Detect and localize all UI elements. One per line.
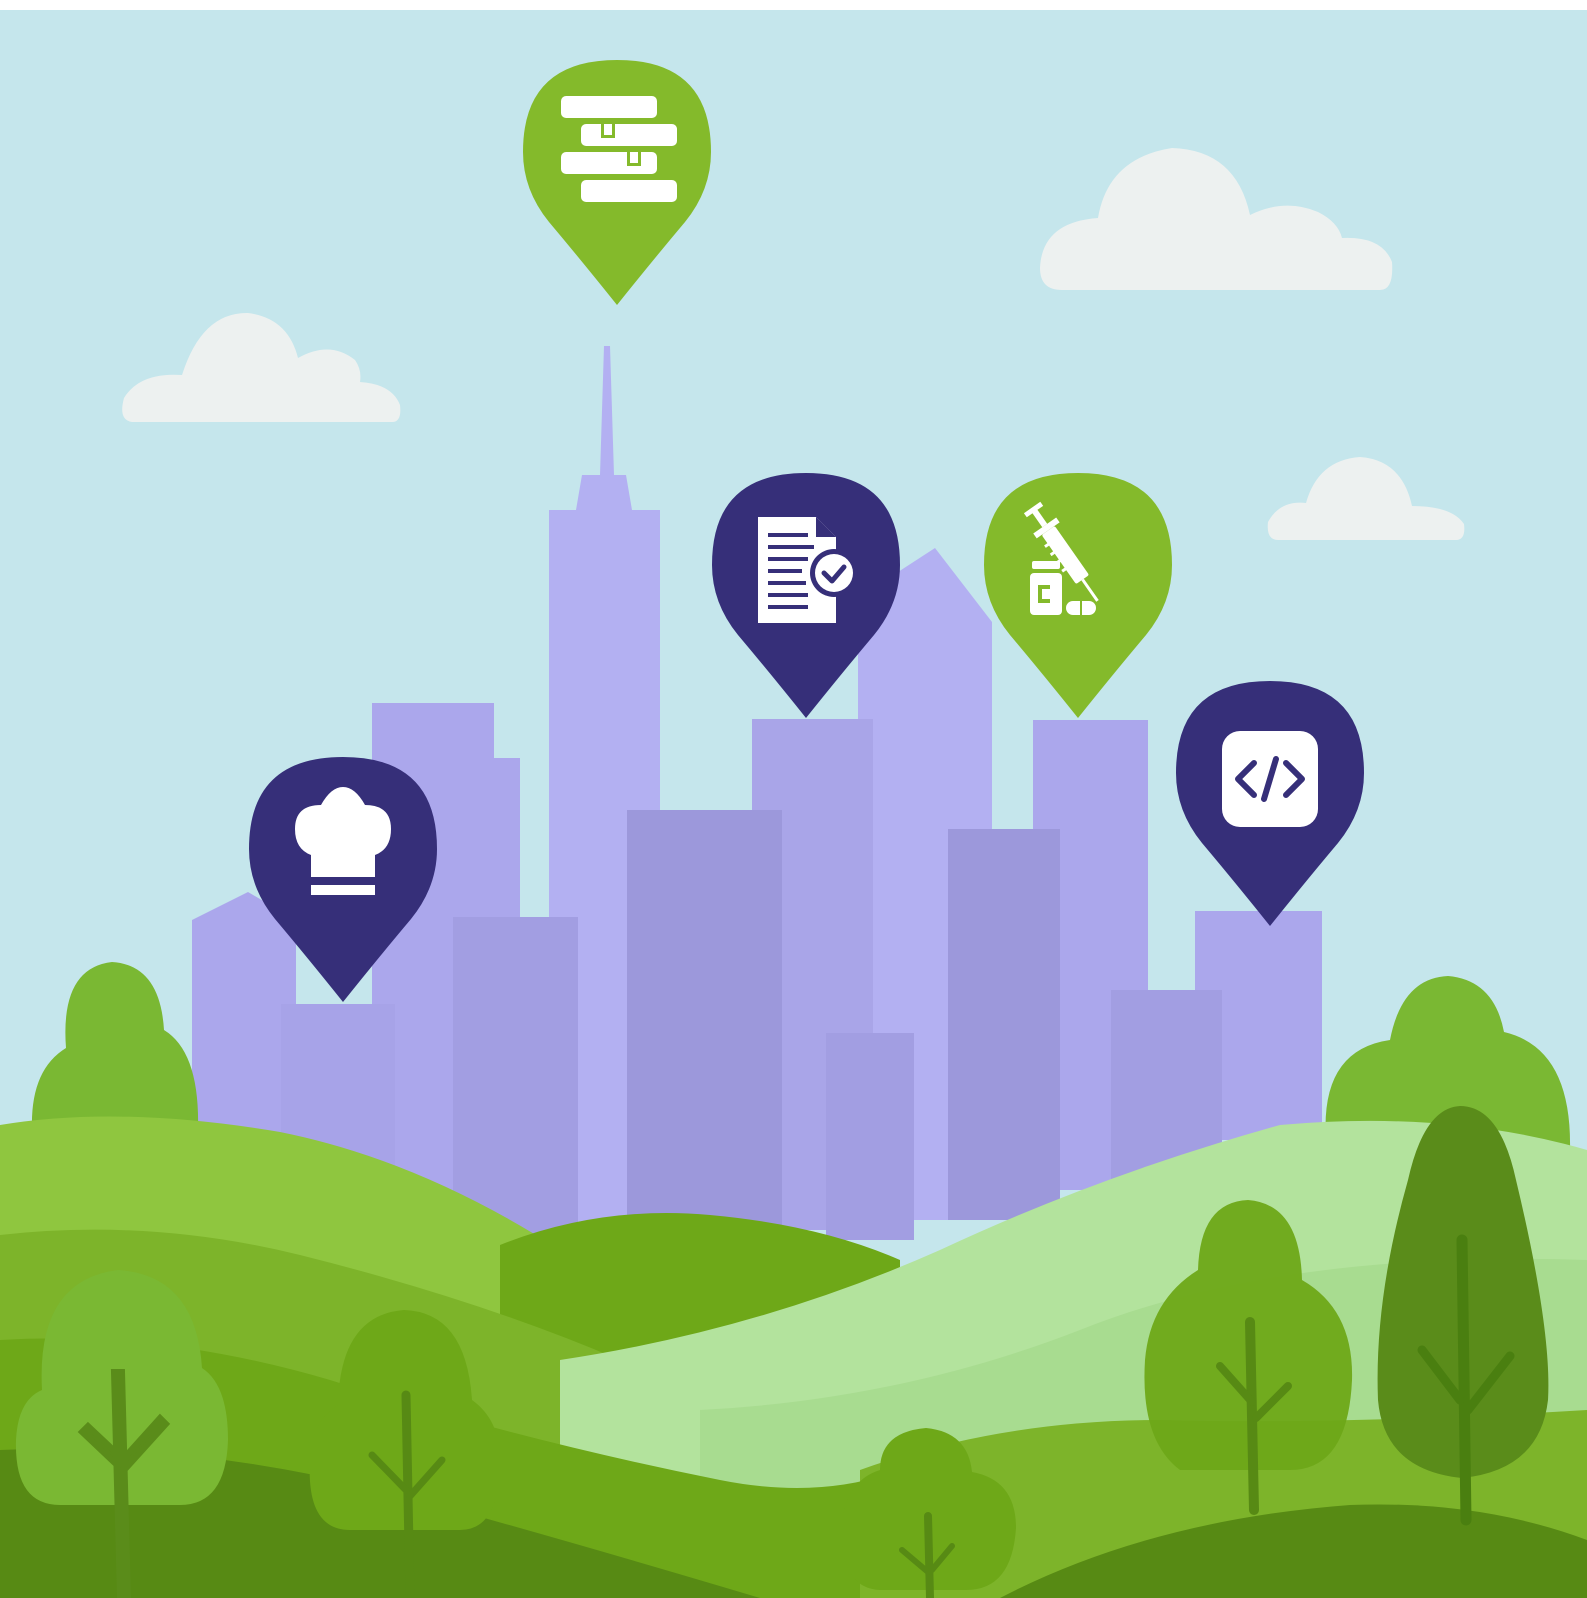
building xyxy=(192,892,296,1140)
building xyxy=(453,917,578,1240)
building xyxy=(948,829,1060,1220)
city-landscape-illustration xyxy=(0,10,1587,1598)
building xyxy=(627,810,782,1230)
building xyxy=(826,1033,914,1240)
code-icon xyxy=(1222,731,1318,827)
